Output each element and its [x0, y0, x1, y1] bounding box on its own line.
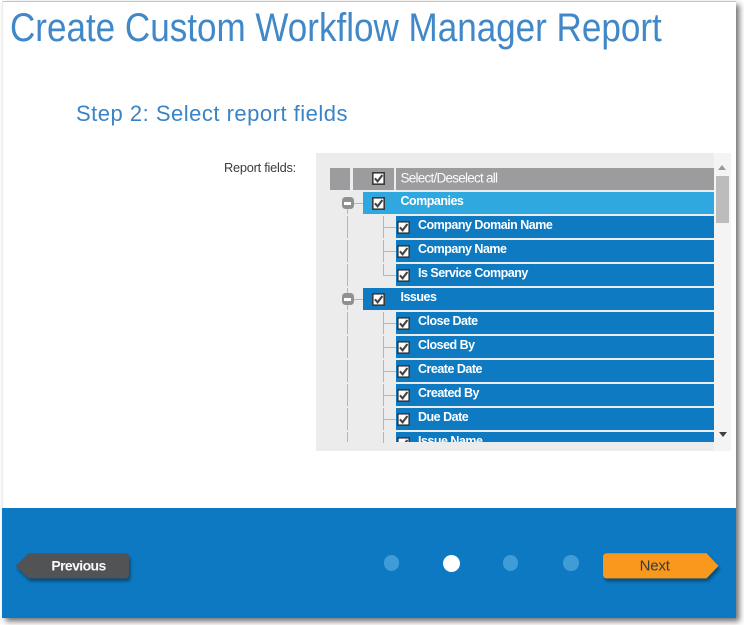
svg-text:Next: Next	[640, 557, 671, 574]
svg-text:Previous: Previous	[51, 557, 106, 573]
